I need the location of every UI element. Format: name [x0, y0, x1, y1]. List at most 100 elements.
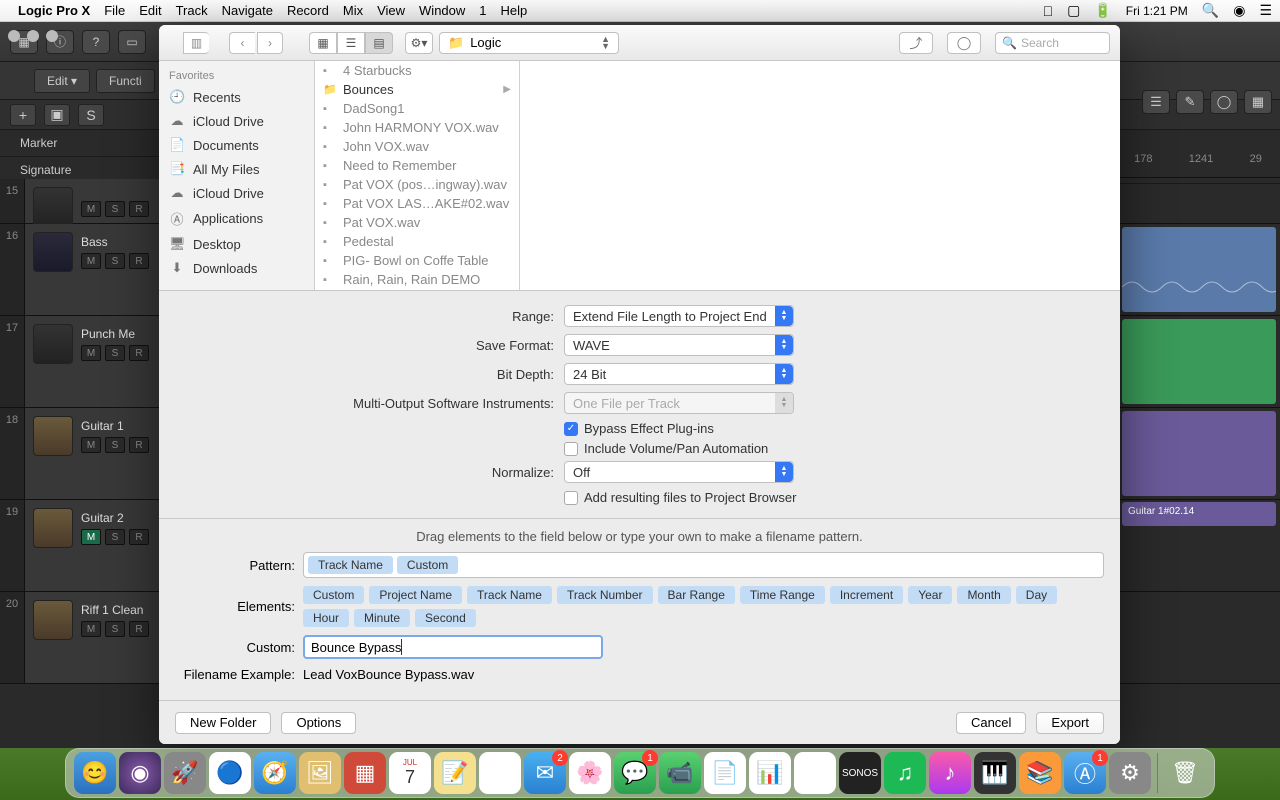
app-icon[interactable]: ▦ [344, 752, 386, 794]
wifi-icon[interactable]: 󾓦 [1043, 3, 1054, 19]
notes-icon[interactable]: 📝 [434, 752, 476, 794]
close-icon[interactable] [8, 30, 20, 42]
record-button[interactable]: R [129, 529, 149, 545]
minimize-icon[interactable] [27, 30, 39, 42]
back-button[interactable]: ‹ [229, 32, 255, 54]
pattern-field[interactable]: Track Name Custom [303, 552, 1104, 578]
arrange-button[interactable]: ⚙▾ [405, 32, 433, 54]
siri-icon[interactable]: ◉ [1233, 2, 1245, 19]
maximize-icon[interactable] [46, 30, 58, 42]
column-view-button[interactable]: ▤ [365, 32, 393, 54]
range-select[interactable]: Extend File Length to Project End▲▼ [564, 305, 794, 327]
s-button[interactable]: S [78, 104, 104, 126]
path-selector[interactable]: 📁 Logic ▲▼ [439, 32, 619, 54]
notification-icon[interactable]: ☰ [1259, 2, 1272, 19]
element-tag[interactable]: Month [957, 586, 1010, 604]
battery-icon[interactable]: 🔋 [1094, 2, 1111, 19]
timeline-ruler[interactable]: 178 1241 29 [1116, 140, 1280, 178]
solo-button[interactable]: S [105, 529, 125, 545]
export-button[interactable]: Export [1036, 712, 1104, 734]
logic-icon[interactable]: 🎹 [974, 752, 1016, 794]
sidebar-item-desktop[interactable]: 🖥Desktop [159, 232, 314, 256]
region-area[interactable]: Guitar 1#02.14 [1120, 179, 1280, 748]
preview-icon[interactable]: 🖼 [299, 752, 341, 794]
element-tag[interactable]: Year [908, 586, 952, 604]
element-tag[interactable]: Day [1016, 586, 1057, 604]
app-name[interactable]: Logic Pro X [18, 3, 90, 18]
pattern-tag[interactable]: Custom [397, 556, 458, 574]
file-item[interactable]: ▪John VOX.wav [315, 137, 519, 156]
record-button[interactable]: R [129, 253, 149, 269]
pages-icon[interactable]: 📄 [704, 752, 746, 794]
file-item-selected[interactable]: 📁Bounces▶ [315, 80, 519, 99]
siri-icon[interactable]: ◉ [119, 752, 161, 794]
file-item[interactable]: ▪Red Bird VOX SESSION [315, 289, 519, 290]
menu-edit[interactable]: Edit [139, 3, 161, 18]
sidebar-item-applications[interactable]: ⒶApplications [159, 205, 314, 232]
element-tag[interactable]: Track Number [557, 586, 653, 604]
airplay-icon[interactable]: ▢ [1067, 2, 1080, 19]
audio-region[interactable] [1122, 411, 1276, 496]
calendar-icon[interactable]: JUL7 [389, 752, 431, 794]
sidebar-item-recents[interactable]: 🕘Recents [159, 85, 314, 109]
spotlight-icon[interactable]: 🔍 [1202, 2, 1219, 19]
browser-icon[interactable]: ▦ [1244, 90, 1272, 114]
finder-icon[interactable]: 😊 [74, 752, 116, 794]
functions-menu[interactable]: Functi [96, 69, 155, 93]
menu-view[interactable]: View [377, 3, 405, 18]
messages-icon[interactable]: 💬1 [614, 752, 656, 794]
sidebar-toggle-icon[interactable]: ▥ [183, 32, 209, 54]
record-button[interactable]: R [129, 621, 149, 637]
new-folder-button[interactable]: New Folder [175, 712, 271, 734]
itunes-icon[interactable]: ♪ [929, 752, 971, 794]
file-item[interactable]: ▪Need to Remember [315, 156, 519, 175]
menu-navigate[interactable]: Navigate [222, 3, 273, 18]
audio-region[interactable]: Guitar 1#02.14 [1122, 502, 1276, 526]
element-tag[interactable]: Project Name [369, 586, 462, 604]
mail-icon[interactable]: ✉2 [524, 752, 566, 794]
sidebar-item-allfiles[interactable]: 📑All My Files [159, 157, 314, 181]
forward-button[interactable]: › [257, 32, 283, 54]
share-button[interactable]: ⤴ [899, 32, 933, 54]
trash-icon[interactable]: 🗑 [1164, 752, 1206, 794]
facetime-icon[interactable]: 📹 [659, 752, 701, 794]
volume-checkbox[interactable] [564, 442, 578, 456]
list-view-button[interactable]: ☰ [337, 32, 365, 54]
menu-track[interactable]: Track [176, 3, 208, 18]
pattern-tag[interactable]: Track Name [308, 556, 393, 574]
mute-button[interactable]: M [81, 621, 101, 637]
solo-button[interactable]: S [105, 345, 125, 361]
duplicate-icon[interactable]: ▣ [44, 104, 70, 126]
element-tag[interactable]: Track Name [467, 586, 552, 604]
format-select[interactable]: WAVE▲▼ [564, 334, 794, 356]
element-tag[interactable]: Hour [303, 609, 349, 627]
file-item[interactable]: ▪Pat VOX (pos…ingway).wav [315, 175, 519, 194]
file-item[interactable]: ▪Pedestal [315, 232, 519, 251]
sidebar-item-icloud[interactable]: ☁iCloud Drive [159, 109, 314, 133]
file-item[interactable]: ▪PIG- Bowl on Coffe Table [315, 251, 519, 270]
file-item[interactable]: ▪Pat VOX.wav [315, 213, 519, 232]
solo-button[interactable]: S [105, 201, 125, 217]
settings-icon[interactable]: ⚙ [1109, 752, 1151, 794]
element-tag[interactable]: Second [415, 609, 476, 627]
toolbar-icon[interactable]: ▭ [118, 30, 146, 54]
note-icon[interactable]: ✎ [1176, 90, 1204, 114]
sidebar-item-downloads[interactable]: ⬇Downloads [159, 256, 314, 280]
spotify-icon[interactable]: ♫ [884, 752, 926, 794]
record-button[interactable]: R [129, 345, 149, 361]
solo-button[interactable]: S [105, 621, 125, 637]
mute-button[interactable]: M [81, 201, 101, 217]
menu-window[interactable]: Window [419, 3, 465, 18]
element-tag[interactable]: Bar Range [658, 586, 735, 604]
ibooks-icon[interactable]: 📚 [1019, 752, 1061, 794]
element-tag[interactable]: Minute [354, 609, 410, 627]
help-icon[interactable]: ? [82, 30, 110, 54]
bypass-checkbox[interactable]: ✓ [564, 422, 578, 436]
file-item[interactable]: ▪DadSong1 [315, 99, 519, 118]
record-button[interactable]: R [129, 437, 149, 453]
audio-region[interactable] [1122, 319, 1276, 404]
solo-button[interactable]: S [105, 437, 125, 453]
file-item[interactable]: ▪4 Starbucks [315, 61, 519, 80]
file-item[interactable]: ▪Rain, Rain, Rain DEMO [315, 270, 519, 289]
file-list[interactable]: ▪4 Starbucks 📁Bounces▶ ▪DadSong1 ▪John H… [315, 61, 520, 290]
